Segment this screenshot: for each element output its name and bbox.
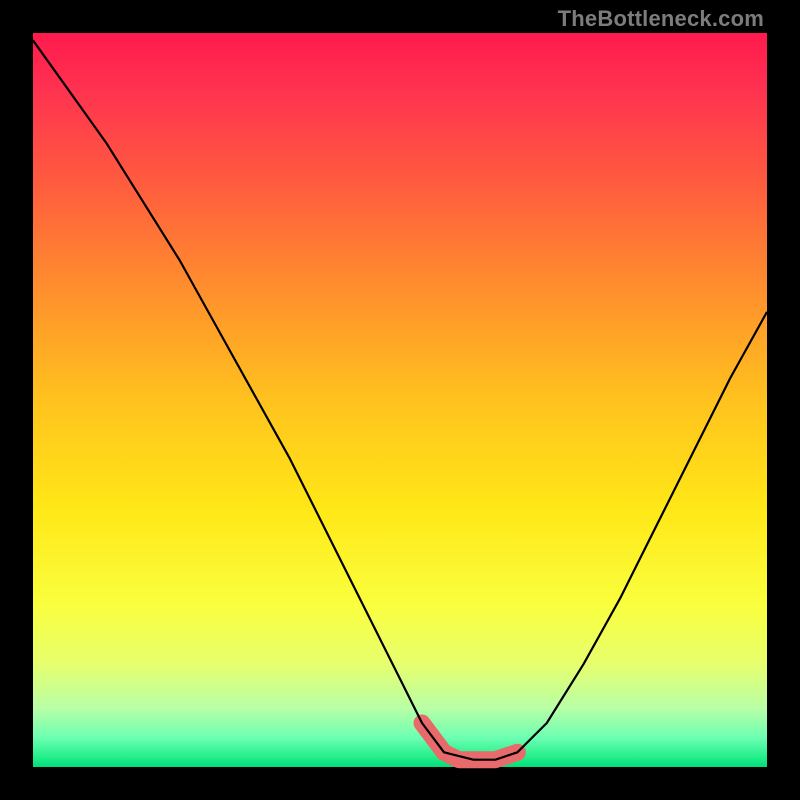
chart-svg bbox=[33, 33, 767, 767]
bottleneck-curve-line bbox=[33, 40, 767, 759]
plot-area bbox=[33, 33, 767, 767]
outer-frame: TheBottleneck.com bbox=[0, 0, 800, 800]
watermark-label: TheBottleneck.com bbox=[558, 6, 764, 32]
